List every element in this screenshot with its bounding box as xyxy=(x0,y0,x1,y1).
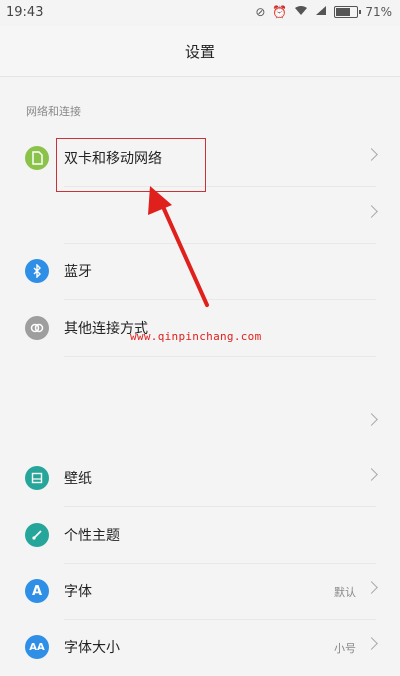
watermark-text: www.qinpinchang.com xyxy=(130,330,262,343)
